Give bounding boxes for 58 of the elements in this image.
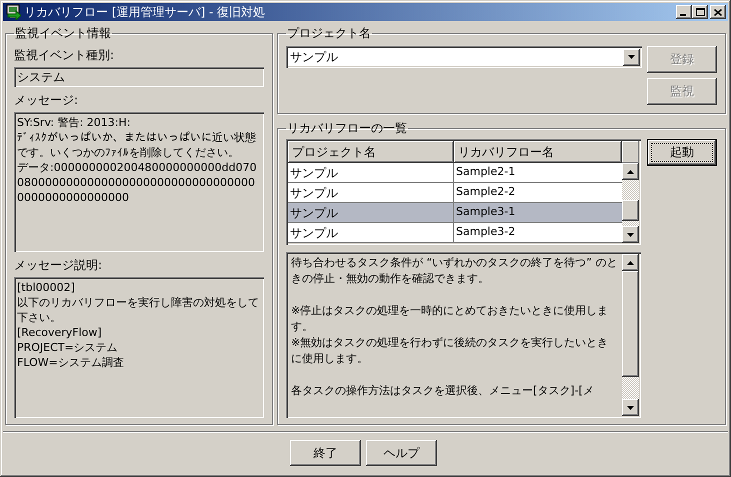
scroll-thumb[interactable] bbox=[622, 200, 639, 222]
maximize-button[interactable] bbox=[692, 5, 708, 20]
start-button[interactable]: 起動 bbox=[647, 139, 717, 166]
table-cell-text: Sample2-2 bbox=[455, 184, 516, 200]
footer-button[interactable]: 終了 bbox=[290, 440, 361, 466]
description-text: FLOW=システム調査 bbox=[17, 355, 125, 370]
event-type-field: システム bbox=[14, 67, 264, 88]
scroll-down-button[interactable] bbox=[622, 399, 639, 416]
table-cell-text: Sample3-1 bbox=[455, 204, 516, 220]
window-title: リカバリフロー [運用管理サーバ] - 復旧対処 bbox=[24, 4, 266, 21]
note-text: ※停止はタスクの処理を一時的にとめておきたいときに使用します。 bbox=[291, 303, 610, 336]
group-title: リカバリフローの一覧 bbox=[286, 120, 408, 138]
table-cell: サンプル bbox=[288, 203, 454, 222]
field-label: メッセージ: bbox=[14, 92, 80, 110]
dropdown-button[interactable] bbox=[623, 48, 640, 66]
dropdown-value: サンプル bbox=[290, 48, 339, 66]
down-arrow-icon bbox=[627, 232, 634, 237]
table-row[interactable]: サンプル Sample2-1 bbox=[288, 163, 622, 184]
description-text: PROJECT=システム bbox=[17, 340, 119, 356]
message-text: データ:000000000200480000000000dd07008000000000000000000000000000000000000000000000000 bbox=[17, 160, 258, 206]
close-button[interactable] bbox=[710, 5, 726, 20]
table-cell-text: Sample3-2 bbox=[455, 224, 516, 240]
scroll-up-button[interactable] bbox=[622, 254, 639, 272]
down-arrow-icon bbox=[627, 406, 634, 410]
project-dropdown[interactable]: サンプル bbox=[286, 46, 642, 68]
description-text: [tbl00002] bbox=[17, 280, 76, 296]
note-text: ※無効はタスクの処理を行わずに後続のタスクを実行したいときに使用します。 bbox=[291, 335, 610, 368]
group-title: プロジェクト名 bbox=[286, 25, 372, 42]
message-text: ﾃﾞｨｽｸがいっぱいか、またはいっぱいに近い状態です。いくつかのﾌｧｲﾙを削除してください。 bbox=[17, 130, 257, 160]
field-label: メッセージ説明: bbox=[14, 257, 104, 274]
table-row[interactable]: サンプル Sample3-1 bbox=[288, 203, 622, 224]
table-cell: サンプル bbox=[288, 183, 454, 202]
down-arrow-icon bbox=[628, 55, 635, 60]
up-arrow-icon bbox=[627, 260, 634, 265]
table-cell-text: Sample2-1 bbox=[455, 164, 516, 180]
maximize-icon bbox=[696, 8, 704, 16]
message-text: SY:Srv: 警告: 2013:H: bbox=[17, 115, 132, 130]
scroll-up-button[interactable] bbox=[622, 163, 639, 180]
column-header[interactable]: リカバリフロー名 bbox=[454, 141, 622, 164]
column-header[interactable]: プロジェクト名 bbox=[288, 141, 454, 164]
minimize-button[interactable] bbox=[676, 5, 692, 20]
footer-button[interactable]: ヘルプ bbox=[366, 440, 437, 466]
description-text: [RecoveryFlow] bbox=[17, 325, 103, 340]
table-cell: サンプル bbox=[288, 163, 454, 182]
note-text: 待ち合わせるタスク条件が “いずれかのタスクの終了を待つ” のときの停止・無効の動作を確認できます。 bbox=[291, 255, 618, 288]
scroll-thumb[interactable] bbox=[622, 271, 639, 378]
computer-icon bbox=[5, 4, 21, 20]
table-row[interactable]: サンプル Sample3-2 bbox=[288, 223, 622, 244]
header-corner bbox=[622, 141, 639, 164]
note-text: 各タスクの操作方法はタスクを選択後、メニュー[タスク]-[メ bbox=[291, 383, 595, 400]
scroll-down-button[interactable] bbox=[622, 226, 639, 244]
up-arrow-icon bbox=[627, 170, 634, 174]
field-label: 監視イベント種別: bbox=[14, 47, 116, 64]
group-title: 監視イベント情報 bbox=[14, 25, 112, 42]
table-row[interactable]: サンプル Sample2-2 bbox=[288, 183, 622, 204]
close-icon bbox=[714, 8, 722, 16]
table-cell: サンプル bbox=[288, 223, 454, 242]
description-text: 以下のリカバリフローを実行し障害の対処をして下さい。 bbox=[17, 295, 260, 326]
